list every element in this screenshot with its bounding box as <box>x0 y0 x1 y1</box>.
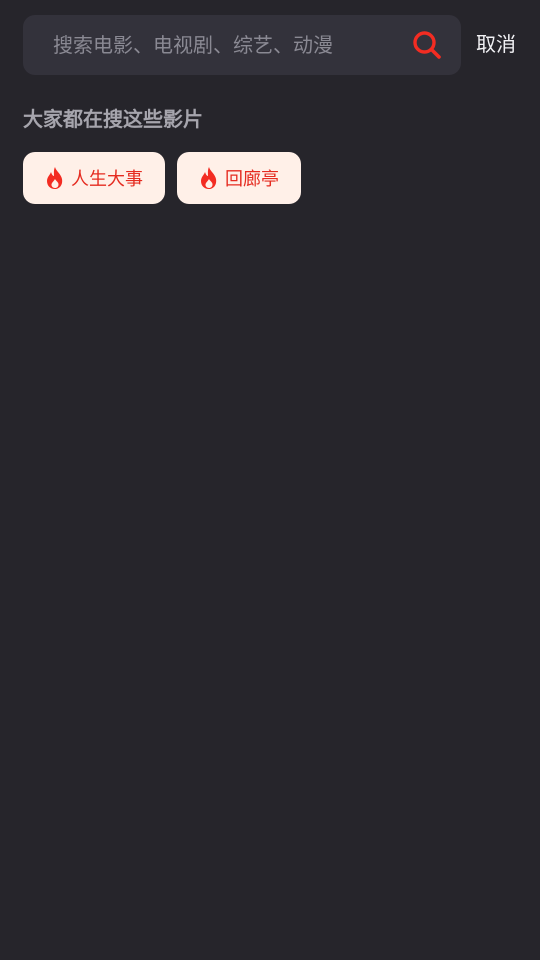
hot-search-tag-label: 回廊亭 <box>225 169 279 190</box>
search-bar <box>23 15 461 75</box>
search-button[interactable] <box>411 29 443 61</box>
cancel-button[interactable]: 取消 <box>476 29 516 59</box>
search-page: 取消 大家都在搜这些影片 人生大事 回廊亭 <box>0 0 540 960</box>
search-input[interactable] <box>53 15 403 75</box>
hot-search-tag[interactable]: 人生大事 <box>23 152 165 204</box>
hot-search-tag-label: 人生大事 <box>71 169 143 190</box>
flame-icon <box>47 167 63 189</box>
hot-search-title: 大家都在搜这些影片 <box>23 107 203 131</box>
hot-search-tag[interactable]: 回廊亭 <box>177 152 301 204</box>
search-icon <box>413 31 441 59</box>
flame-icon <box>201 167 217 189</box>
hot-search-tags: 人生大事 回廊亭 <box>23 152 301 204</box>
